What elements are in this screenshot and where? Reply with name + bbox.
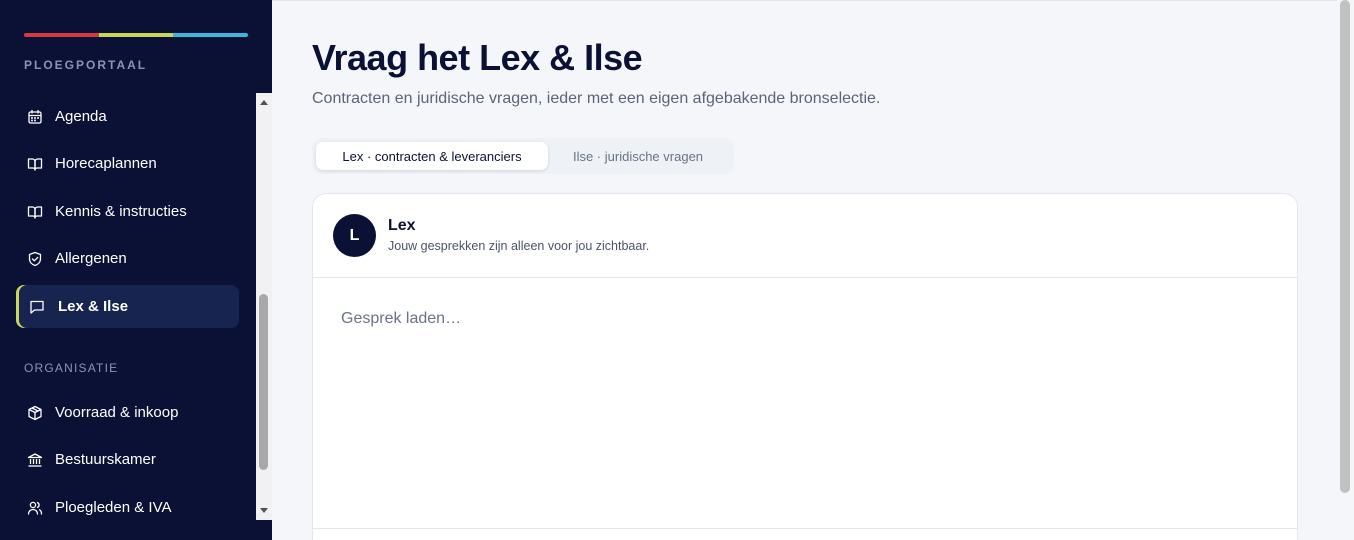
chat-header: L Lex Jouw gesprekken zijn alleen voor j… [313,194,1297,278]
tab-lex[interactable]: Lex · contracten & leveranciers [316,142,548,170]
page-title: Vraag het Lex & Ilse [312,37,643,78]
scroll-up-arrow-icon[interactable] [256,95,272,109]
agent-name: Lex [388,217,416,234]
sidebar-item-horecaplannen[interactable]: Horecaplannen [16,142,239,185]
sidebar-item-label: Agenda [55,108,107,125]
sidebar-scrollbar[interactable] [256,93,272,520]
main-content: Vraag het Lex & Ilse Contracten en jurid… [272,0,1337,540]
sidebar-item-label: Kennis & instructies [55,203,187,220]
book-icon [27,205,43,219]
sidebar-item-voorraad[interactable]: Voorraad & inkoop [16,391,239,434]
brand-color-red [24,33,99,37]
divider [313,528,1297,529]
assistant-tabs: Lex · contracten & leveranciers Ilse · j… [312,138,734,174]
sidebar-item-allergenen[interactable]: Allergenen [16,237,239,280]
sidebar: PLOEGPORTAAL Agenda Horecaplannen Kennis… [0,0,272,540]
tab-ilse[interactable]: Ilse · juridische vragen [548,142,728,170]
chat-card: L Lex Jouw gesprekken zijn alleen voor j… [312,193,1298,540]
users-icon [27,501,43,515]
sidebar-item-bestuurskamer[interactable]: Bestuurskamer [16,438,239,481]
section-label-organisatie: ORGANISATIE [24,361,119,375]
page-scrollbar-thumb[interactable] [1340,0,1350,493]
box-icon [28,405,42,420]
loading-status: Gesprek laden… [341,310,462,327]
page-scrollbar[interactable] [1337,0,1354,540]
sidebar-scrollbar-thumb[interactable] [259,294,268,470]
sidebar-item-agenda[interactable]: Agenda [16,95,239,138]
message-icon [30,300,44,314]
sidebar-item-label: Lex & Ilse [58,298,129,315]
sidebar-item-kennis[interactable]: Kennis & instructies [16,190,239,233]
brand-color-lime [98,33,174,37]
avatar: L [333,214,376,257]
sidebar-item-ploegleden[interactable]: Ploegleden & IVA [16,486,239,529]
sidebar-item-label: Allergenen [55,250,127,267]
sidebar-item-label: Voorraad & inkoop [55,404,179,421]
shield-check-icon [28,251,42,266]
book-icon [27,157,43,171]
sidebar-item-lex-ilse[interactable]: Lex & Ilse [16,285,239,328]
page-subtitle: Contracten en juridische vragen, ieder m… [312,90,881,107]
privacy-note: Jouw gesprekken zijn alleen voor jou zic… [388,239,650,253]
section-label-ploegportaal: PLOEGPORTAAL [24,58,148,72]
sidebar-item-label: Ploegleden & IVA [55,499,172,516]
scroll-down-arrow-icon[interactable] [256,504,272,518]
bank-icon [27,452,43,467]
sidebar-item-label: Horecaplannen [55,155,157,172]
brand-color-bar [24,33,248,37]
sidebar-item-label: Bestuurskamer [55,451,156,468]
brand-color-blue [173,33,248,37]
calendar-icon [28,109,42,124]
